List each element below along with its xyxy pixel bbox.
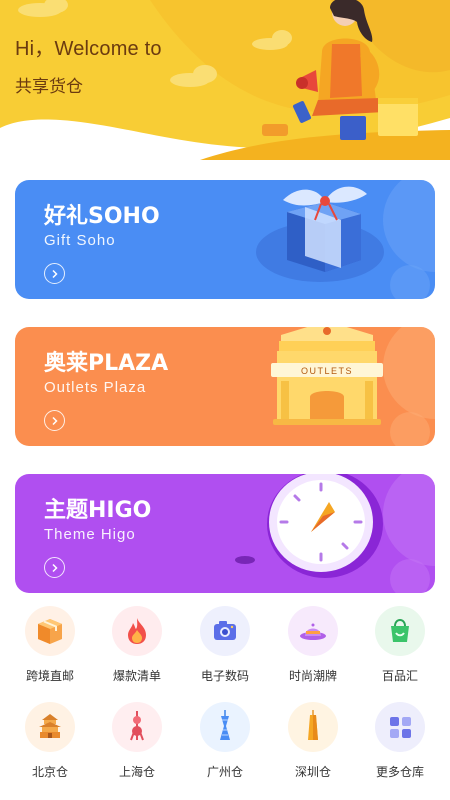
category-label: 爆款清单 bbox=[112, 669, 161, 683]
chevron-right-icon[interactable] bbox=[44, 263, 65, 284]
category-shanghai-warehouse[interactable]: 上海仓 bbox=[92, 702, 182, 780]
outlets-plaza-card[interactable]: OUTLETS 奥莱PLAZA Outlets Plaza bbox=[15, 327, 435, 446]
welcome-banner: Hi，Welcome to 共享货仓 bbox=[0, 0, 450, 160]
app-name: 共享货仓 bbox=[15, 77, 83, 97]
category-shenzhen-warehouse[interactable]: 深圳仓 bbox=[268, 702, 358, 780]
category-hundred-products[interactable]: 百品汇 bbox=[355, 606, 445, 684]
chevron-right-icon[interactable] bbox=[44, 410, 65, 431]
category-label: 时尚潮牌 bbox=[288, 669, 337, 683]
category-fashion-brands[interactable]: 时尚潮牌 bbox=[268, 606, 358, 684]
chevron-right-icon[interactable] bbox=[44, 557, 65, 578]
card-subtitle: Outlets Plaza bbox=[44, 379, 147, 396]
card-subtitle: Gift Soho bbox=[44, 232, 116, 249]
card-title: 主题HIGO bbox=[44, 498, 152, 523]
category-hot-list[interactable]: 爆款清单 bbox=[92, 606, 182, 684]
outlets-sign-text: OUTLETS bbox=[301, 366, 353, 376]
category-guangzhou-warehouse[interactable]: 广州仓 bbox=[180, 702, 270, 780]
category-electronics[interactable]: 电子数码 bbox=[180, 606, 270, 684]
shopping-bag-icon bbox=[375, 606, 425, 656]
grid-more-icon bbox=[375, 702, 425, 752]
tv-tower-icon bbox=[112, 702, 162, 752]
category-more-warehouses[interactable]: 更多仓库 bbox=[355, 702, 445, 780]
category-beijing-warehouse[interactable]: 北京仓 bbox=[5, 702, 95, 780]
category-label: 更多仓库 bbox=[375, 765, 424, 779]
gift-soho-card[interactable]: 好礼SOHO Gift Soho bbox=[15, 180, 435, 299]
category-label: 上海仓 bbox=[118, 765, 155, 779]
theme-higo-card[interactable]: 主题HIGO Theme Higo bbox=[15, 474, 435, 593]
parcel-icon bbox=[25, 606, 75, 656]
category-label: 广州仓 bbox=[206, 765, 243, 779]
welcome-greeting: Hi，Welcome to bbox=[15, 38, 162, 60]
category-label: 深圳仓 bbox=[294, 765, 331, 779]
category-label: 跨境直邮 bbox=[25, 669, 74, 683]
card-subtitle: Theme Higo bbox=[44, 526, 136, 543]
hat-icon bbox=[288, 606, 338, 656]
category-label: 电子数码 bbox=[200, 669, 249, 683]
canton-tower-icon bbox=[200, 702, 250, 752]
card-title: 好礼SOHO bbox=[44, 204, 160, 229]
category-label: 北京仓 bbox=[31, 765, 68, 779]
fire-icon bbox=[112, 606, 162, 656]
category-label: 百品汇 bbox=[381, 669, 418, 683]
card-title: 奥莱PLAZA bbox=[44, 351, 169, 376]
skyscraper-icon bbox=[288, 702, 338, 752]
camera-icon bbox=[200, 606, 250, 656]
temple-icon bbox=[25, 702, 75, 752]
category-cross-border-mail[interactable]: 跨境直邮 bbox=[5, 606, 95, 684]
